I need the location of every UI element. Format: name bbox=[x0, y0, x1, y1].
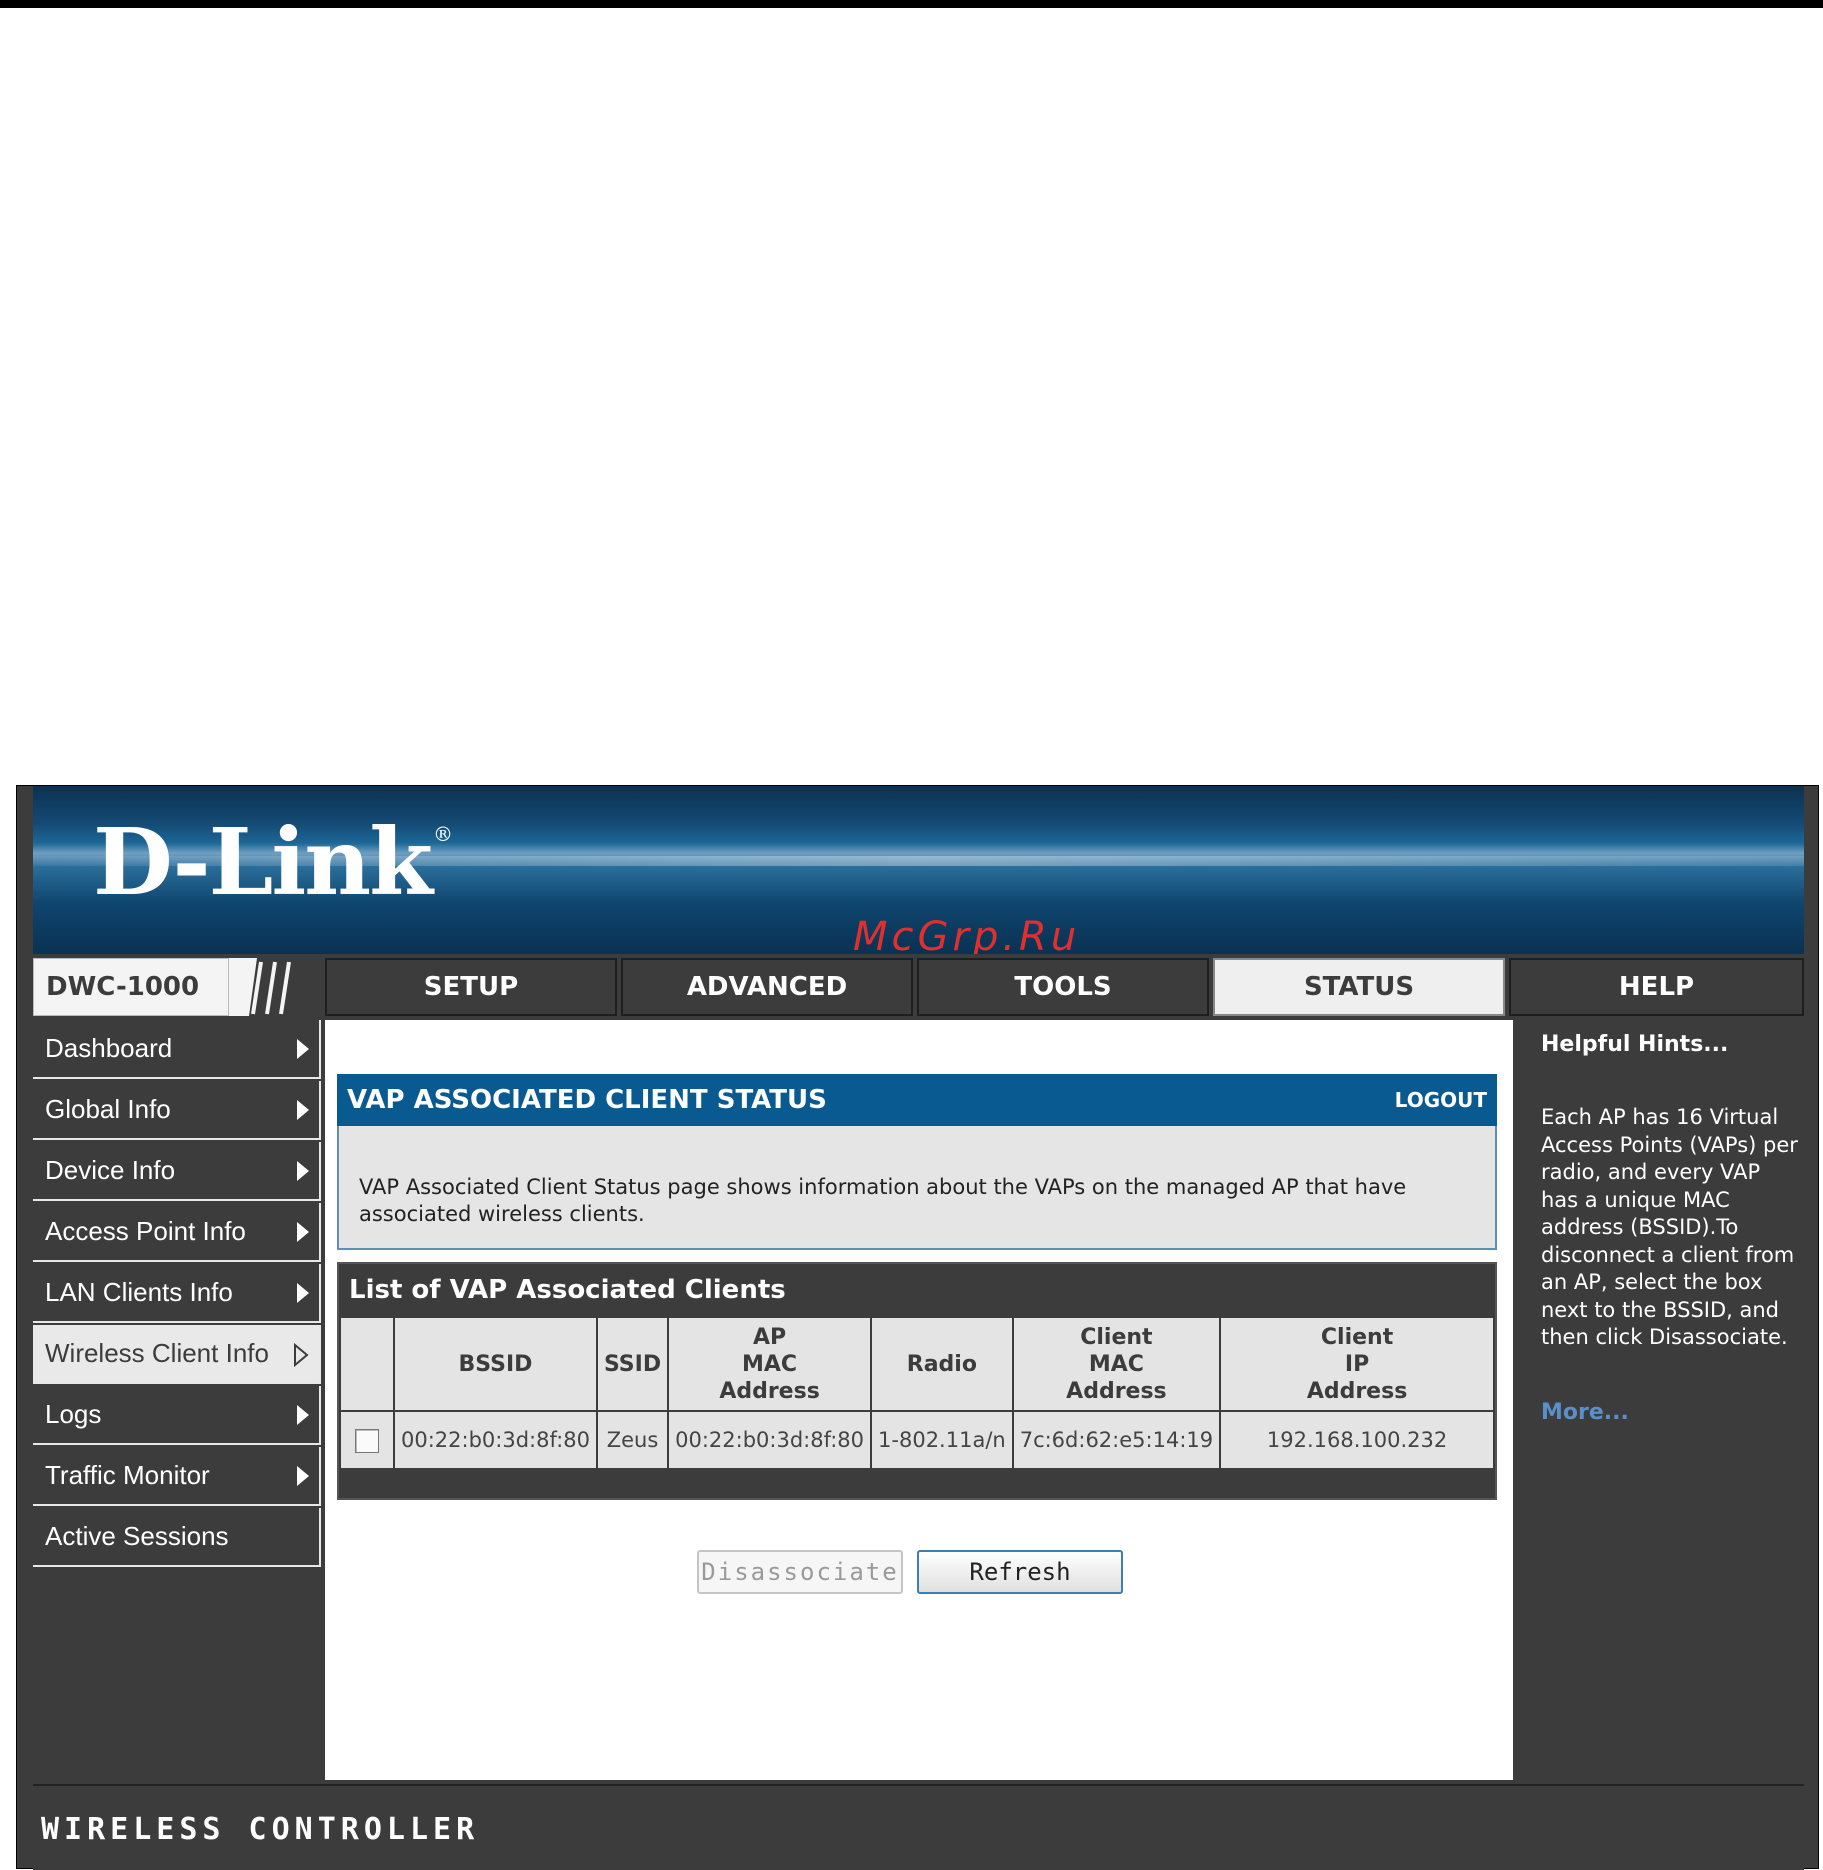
header-banner: D-Link ® McGrp.Ru bbox=[33, 786, 1804, 960]
arrow-right-icon bbox=[297, 1466, 309, 1486]
cell-ap-mac: 00:22:b0:3d:8f:80 bbox=[669, 1412, 871, 1468]
helpful-hints-panel: Helpful Hints... Each AP has 16 Virtual … bbox=[1523, 1020, 1804, 1780]
arrow-right-icon bbox=[297, 1283, 309, 1303]
sidebar-item-global-info[interactable]: Global Info bbox=[33, 1081, 321, 1140]
footer-label: WIRELESS CONTROLLER bbox=[41, 1812, 480, 1847]
table-header-row: BSSID SSID AP MAC Address Radio Client M… bbox=[341, 1318, 1493, 1410]
column-header-bssid: BSSID bbox=[395, 1318, 596, 1410]
cell-client-ip: 192.168.100.232 bbox=[1221, 1412, 1493, 1468]
sidebar-item-active-sessions[interactable]: Active Sessions bbox=[33, 1508, 321, 1567]
tab-setup[interactable]: SETUP bbox=[325, 958, 617, 1016]
arrow-right-outline-icon bbox=[294, 1343, 309, 1367]
tab-help[interactable]: HELP bbox=[1509, 958, 1804, 1016]
sidebar-item-label: Wireless Client Info bbox=[45, 1338, 269, 1368]
registered-mark: ® bbox=[432, 822, 453, 846]
column-header-ssid: SSID bbox=[597, 1318, 668, 1410]
hints-text: Each AP has 16 Virtual Access Points (VA… bbox=[1541, 1105, 1798, 1349]
sidebar-item-access-point-info[interactable]: Access Point Info bbox=[33, 1203, 321, 1262]
logo-text: D-Link bbox=[93, 808, 433, 916]
sidebar-item-label: LAN Clients Info bbox=[45, 1277, 233, 1307]
sidebar-item-logs[interactable]: Logs bbox=[33, 1386, 321, 1445]
logout-link[interactable]: LOGOUT bbox=[1395, 1074, 1487, 1126]
row-checkbox[interactable] bbox=[355, 1428, 379, 1453]
tab-tools[interactable]: TOOLS bbox=[917, 958, 1209, 1016]
arrow-right-icon bbox=[297, 1405, 309, 1425]
column-header-select bbox=[341, 1318, 393, 1410]
model-label: DWC-1000 bbox=[33, 958, 229, 1016]
cell-bssid: 00:22:b0:3d:8f:80 bbox=[395, 1412, 596, 1468]
sidebar-item-label: Traffic Monitor bbox=[45, 1460, 210, 1490]
sidebar-item-wireless-client-info[interactable]: Wireless Client Info bbox=[33, 1325, 321, 1384]
table-row: 00:22:b0:3d:8f:80 Zeus 00:22:b0:3d:8f:80… bbox=[341, 1412, 1493, 1468]
arrow-right-icon bbox=[297, 1100, 309, 1120]
main-content: VAP ASSOCIATED CLIENT STATUS LOGOUT VAP … bbox=[325, 1020, 1513, 1780]
page-title: VAP ASSOCIATED CLIENT STATUS bbox=[347, 1085, 827, 1115]
sidebar-item-label: Active Sessions bbox=[45, 1521, 229, 1551]
app-inner: D-Link ® McGrp.Ru DWC-1000 SETUP ADVANCED… bbox=[33, 786, 1804, 1870]
left-sidebar: Dashboard Global Info Device Info Access… bbox=[33, 1020, 321, 1569]
clients-table: BSSID SSID AP MAC Address Radio Client M… bbox=[339, 1316, 1495, 1470]
hints-title: Helpful Hints... bbox=[1541, 1032, 1729, 1057]
nav-bar: DWC-1000 SETUP ADVANCED TOOLS STATUS HEL… bbox=[33, 954, 1804, 1018]
arrow-right-icon bbox=[297, 1161, 309, 1181]
cell-radio: 1-802.11a/n bbox=[872, 1412, 1012, 1468]
tab-advanced[interactable]: ADVANCED bbox=[621, 958, 913, 1016]
refresh-button[interactable]: Refresh bbox=[917, 1550, 1123, 1594]
sidebar-item-label: Dashboard bbox=[45, 1033, 173, 1063]
more-link[interactable]: More... bbox=[1541, 1400, 1629, 1425]
footer-bar: WIRELESS CONTROLLER bbox=[33, 1784, 1804, 1870]
sidebar-item-label: Device Info bbox=[45, 1155, 176, 1185]
sidebar-item-device-info[interactable]: Device Info bbox=[33, 1142, 321, 1201]
column-header-client-mac: Client MAC Address bbox=[1013, 1318, 1220, 1410]
sidebar-item-traffic-monitor[interactable]: Traffic Monitor bbox=[33, 1447, 321, 1506]
list-title: List of VAP Associated Clients bbox=[349, 1275, 786, 1305]
cell-client-mac: 7c:6d:62:e5:14:19 bbox=[1013, 1412, 1220, 1468]
panel-header: VAP ASSOCIATED CLIENT STATUS LOGOUT bbox=[337, 1074, 1497, 1126]
disassociate-button[interactable]: Disassociate bbox=[697, 1550, 903, 1594]
description-text: VAP Associated Client Status page shows … bbox=[359, 1175, 1407, 1226]
sidebar-item-dashboard[interactable]: Dashboard bbox=[33, 1020, 321, 1079]
sidebar-item-lan-clients-info[interactable]: LAN Clients Info bbox=[33, 1264, 321, 1323]
column-header-ap-mac: AP MAC Address bbox=[669, 1318, 871, 1410]
description-box: VAP Associated Client Status page shows … bbox=[337, 1126, 1497, 1250]
sidebar-item-label: Global Info bbox=[45, 1094, 171, 1124]
slashes-decoration bbox=[229, 958, 291, 1016]
arrow-right-icon bbox=[297, 1222, 309, 1242]
row-select-cell bbox=[341, 1412, 393, 1468]
column-header-radio: Radio bbox=[872, 1318, 1012, 1410]
tab-status[interactable]: STATUS bbox=[1213, 958, 1505, 1016]
column-header-client-ip: Client IP Address bbox=[1221, 1318, 1493, 1410]
app-window: D-Link ® McGrp.Ru DWC-1000 SETUP ADVANCED… bbox=[16, 785, 1819, 1870]
cell-ssid: Zeus bbox=[597, 1412, 668, 1468]
sidebar-item-label: Logs bbox=[45, 1399, 102, 1429]
dlink-logo: D-Link ® bbox=[93, 816, 453, 908]
arrow-right-icon bbox=[297, 1039, 309, 1059]
clients-list: List of VAP Associated Clients BSSID SSI… bbox=[337, 1262, 1497, 1500]
top-border bbox=[0, 0, 1823, 8]
sidebar-item-label: Access Point Info bbox=[45, 1216, 246, 1246]
